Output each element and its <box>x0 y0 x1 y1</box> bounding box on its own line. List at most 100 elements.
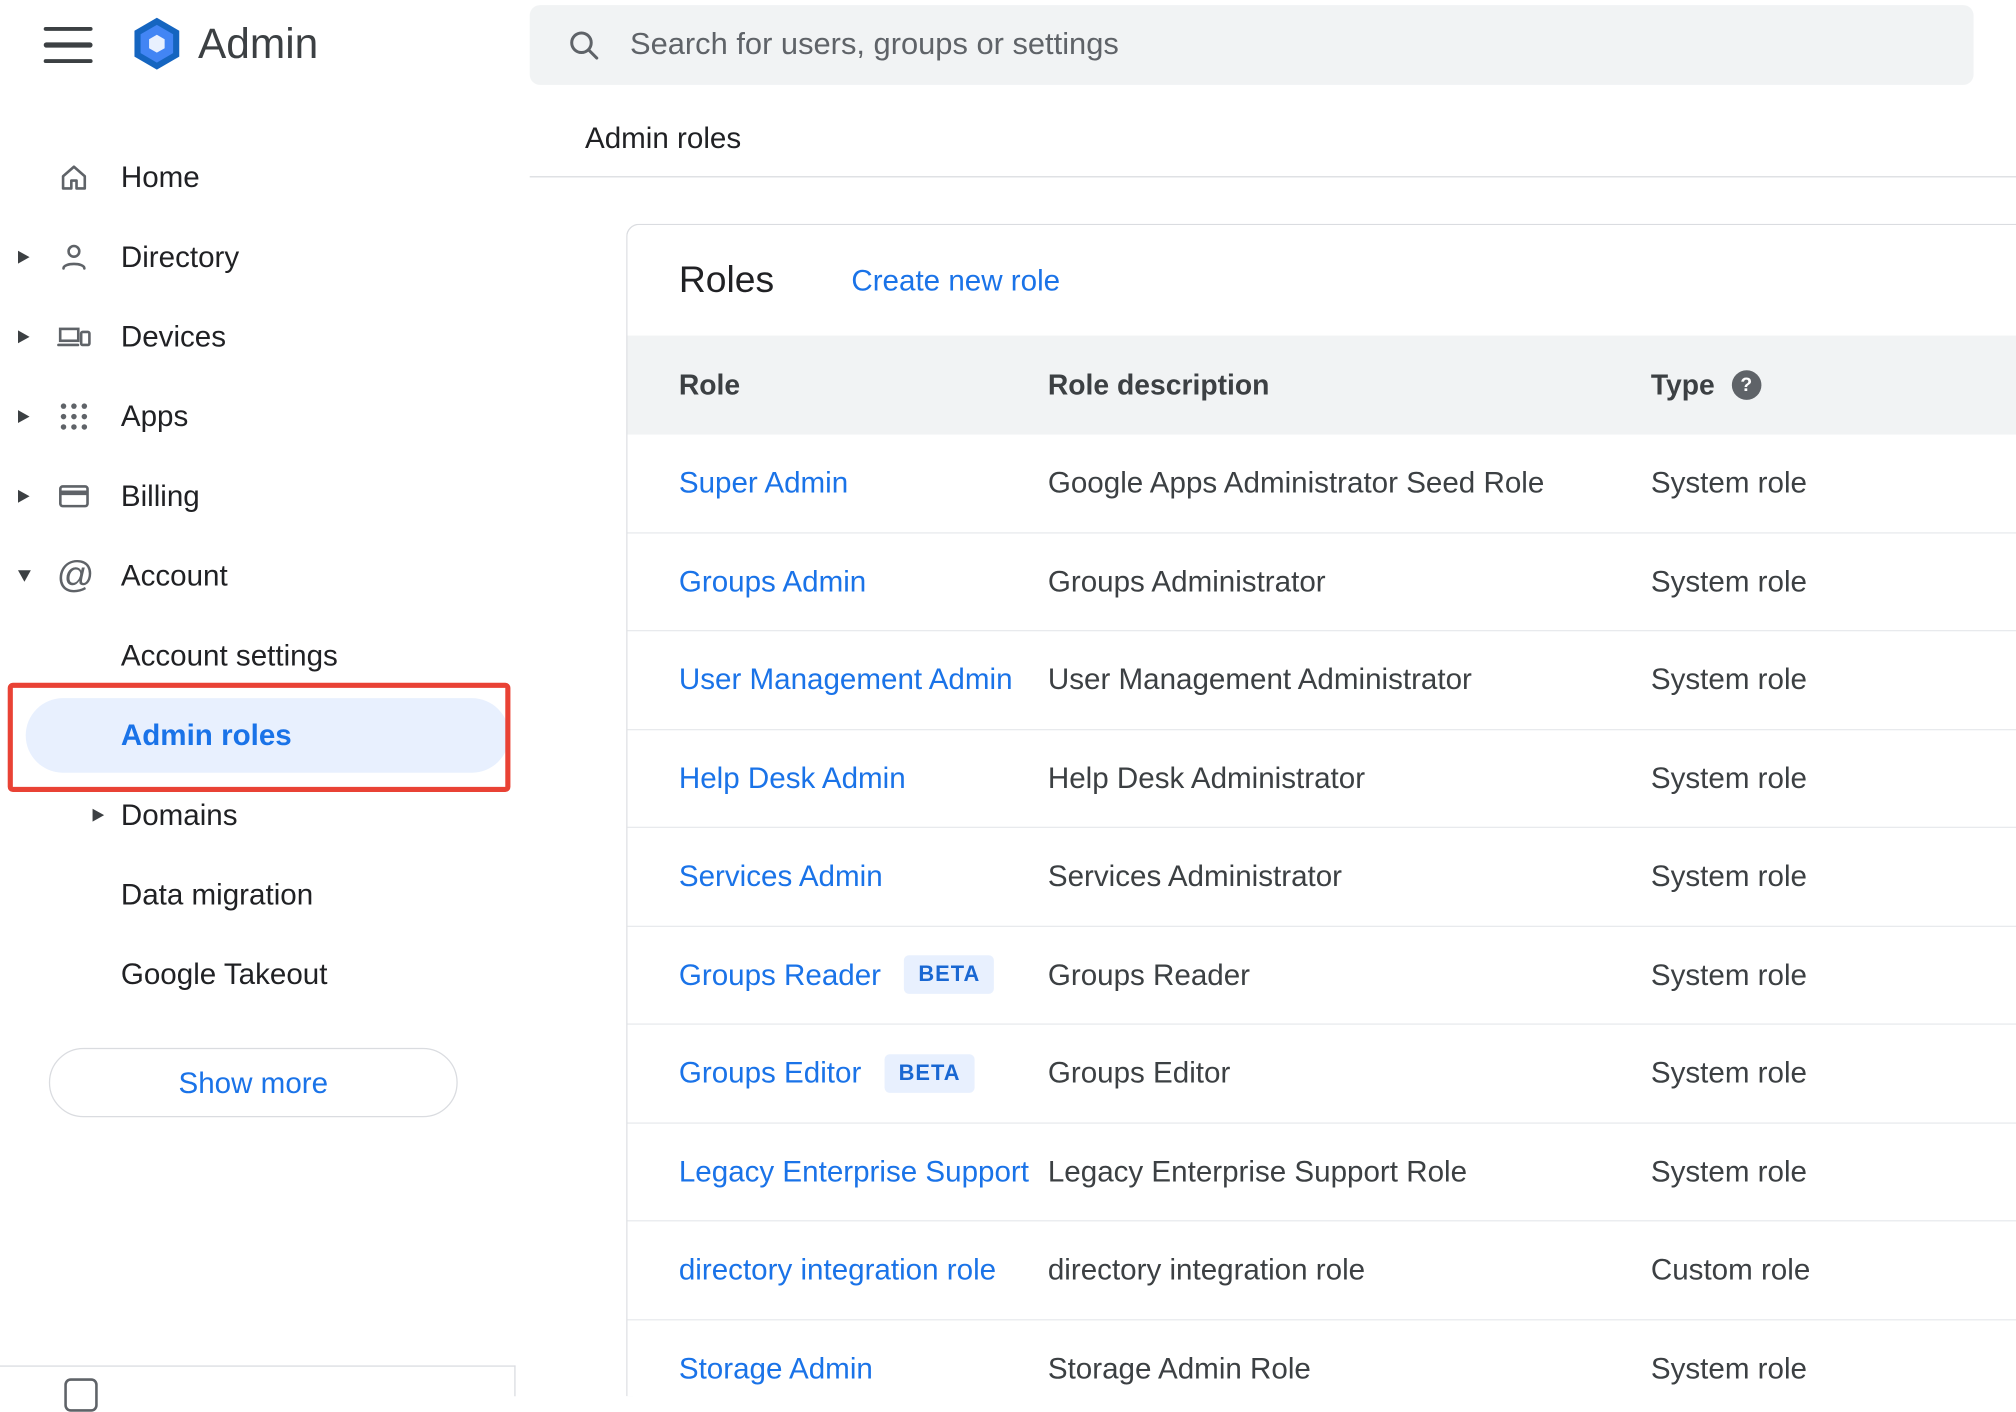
role-cell: Storage Admin <box>679 1351 1048 1386</box>
role-type: System role <box>1650 859 1807 893</box>
collapse-arrow-icon[interactable] <box>18 570 31 582</box>
header-divider <box>529 176 2016 178</box>
sidebar-item-account-settings[interactable]: Account settings <box>0 616 514 696</box>
billing-card-icon <box>57 479 92 514</box>
role-description: Google Apps Administrator Seed Role <box>1047 465 1545 500</box>
role-type: System role <box>1650 564 1807 598</box>
expand-arrow-icon[interactable] <box>18 489 30 503</box>
role-type: System role <box>1650 465 1807 500</box>
table-row: Groups Editor BETA Groups Editor System … <box>627 1025 2016 1124</box>
role-link[interactable]: Storage Admin <box>679 1351 873 1386</box>
role-description: Legacy Enterprise Support Role <box>1047 1154 1468 1188</box>
card-header: Roles Create new role <box>627 225 2016 336</box>
role-cell: Groups Admin <box>679 564 1048 599</box>
role-cell: Super Admin <box>679 466 1048 501</box>
role-link[interactable]: directory integration role <box>679 1253 996 1288</box>
sidebar-item-devices[interactable]: Devices <box>0 297 514 377</box>
role-cell: Legacy Enterprise Support <box>679 1154 1048 1189</box>
sidebar-item-google-takeout[interactable]: Google Takeout <box>0 935 514 1015</box>
role-cell: Help Desk Admin <box>679 761 1048 796</box>
show-more-button[interactable]: Show more <box>48 1047 458 1118</box>
role-type: System role <box>1650 1154 1807 1188</box>
sidebar-item-apps[interactable]: Apps <box>0 377 514 457</box>
apps-grid-icon <box>57 399 92 434</box>
sidebar-item-domains[interactable]: Domains <box>0 775 514 855</box>
sidebar-item-directory[interactable]: Directory <box>0 217 514 297</box>
role-link[interactable]: Help Desk Admin <box>679 761 906 796</box>
sidebar-item-label: Data migration <box>120 877 314 911</box>
breadcrumb: Admin roles <box>585 120 742 155</box>
devices-icon <box>57 320 92 355</box>
table-row: Groups Admin Groups Administrator System… <box>627 533 2016 632</box>
sidebar-item-account[interactable]: @ Account <box>0 536 514 616</box>
person-icon <box>57 240 92 275</box>
sidebar-item-billing[interactable]: Billing <box>0 456 514 536</box>
sidebar-item-label: Account settings <box>120 638 338 672</box>
role-link[interactable]: User Management Admin <box>679 662 1013 697</box>
role-type: System role <box>1650 760 1807 795</box>
sidebar-item-label: Devices <box>120 319 227 353</box>
role-description: Services Administrator <box>1047 859 1343 893</box>
hamburger-menu-icon[interactable] <box>43 27 93 63</box>
sidebar-item-label: Apps <box>120 399 189 433</box>
role-cell: User Management Admin <box>679 662 1048 697</box>
roles-card: Roles Create new role Role Role descript… <box>626 223 2016 1397</box>
table-row: Storage Admin Storage Admin Role System … <box>627 1320 2016 1397</box>
sidebar-item-label: Home <box>120 160 200 194</box>
role-link[interactable]: Groups Editor <box>679 1056 861 1091</box>
at-icon: @ <box>56 554 95 596</box>
role-description: Groups Reader <box>1047 957 1251 991</box>
role-cell: Groups Reader BETA <box>679 955 1048 995</box>
search-icon <box>566 27 602 63</box>
role-link[interactable]: Groups Reader <box>679 958 881 993</box>
admin-console-page: Admin Admin roles Home Directory <box>0 0 2016 1412</box>
app-name: Admin <box>198 19 319 67</box>
role-cell: directory integration role <box>679 1253 1048 1288</box>
sidebar-bottom-divider <box>0 1365 516 1367</box>
create-new-role-link[interactable]: Create new role <box>851 263 1060 298</box>
role-link[interactable]: Groups Admin <box>679 564 866 599</box>
role-type: System role <box>1650 957 1807 991</box>
role-type: System role <box>1650 1350 1807 1385</box>
role-cell: Services Admin <box>679 859 1048 894</box>
sidebar-item-label: Account <box>120 558 228 593</box>
sidebar-item-data-migration[interactable]: Data migration <box>0 855 514 935</box>
column-header-type: Type ? <box>1651 368 2016 401</box>
expand-arrow-icon[interactable] <box>92 808 105 822</box>
sidebar-item-label: Domains <box>120 797 238 832</box>
role-description: Groups Administrator <box>1047 564 1326 598</box>
column-header-description: Role description <box>1047 368 1270 401</box>
role-type: Custom role <box>1650 1252 1811 1287</box>
sidebar-right-border <box>514 1365 516 1397</box>
search-input[interactable] <box>630 27 1943 63</box>
expand-arrow-icon[interactable] <box>18 250 30 264</box>
table-body: Super Admin Google Apps Administrator Se… <box>627 435 2016 1397</box>
role-link[interactable]: Super Admin <box>679 466 848 501</box>
role-description: directory integration role <box>1047 1252 1366 1287</box>
table-row: Services Admin Services Administrator Sy… <box>627 828 2016 927</box>
role-description: Groups Editor <box>1047 1055 1231 1090</box>
admin-logo-icon <box>129 15 186 72</box>
role-link[interactable]: Legacy Enterprise Support <box>679 1154 1029 1189</box>
home-icon <box>57 160 92 195</box>
sidebar-item-label: Google Takeout <box>120 957 328 991</box>
role-link[interactable]: Services Admin <box>679 859 883 894</box>
column-header-role: Role <box>678 368 741 401</box>
help-icon[interactable]: ? <box>1731 370 1762 400</box>
expand-arrow-icon[interactable] <box>18 330 30 344</box>
sidebar-item-admin-roles[interactable]: Admin roles <box>0 696 514 776</box>
role-description: Help Desk Administrator <box>1047 760 1366 795</box>
expand-arrow-icon[interactable] <box>18 410 30 423</box>
table-row: Help Desk Admin Help Desk Administrator … <box>627 730 2016 828</box>
sidebar: Home Directory Devices Apps Billing @ Ac… <box>0 138 514 1397</box>
search-bar[interactable] <box>529 5 1974 85</box>
sidebar-bottom-icon[interactable] <box>64 1378 98 1412</box>
sidebar-item-label: Directory <box>120 239 240 274</box>
role-type: System role <box>1650 662 1807 696</box>
beta-badge: BETA <box>904 955 995 995</box>
role-description: User Management Administrator <box>1047 662 1472 696</box>
sidebar-item-label: Admin roles <box>120 718 292 752</box>
sidebar-item-home[interactable]: Home <box>0 138 514 218</box>
table-row: Super Admin Google Apps Administrator Se… <box>627 435 2016 533</box>
role-type: System role <box>1650 1055 1807 1090</box>
